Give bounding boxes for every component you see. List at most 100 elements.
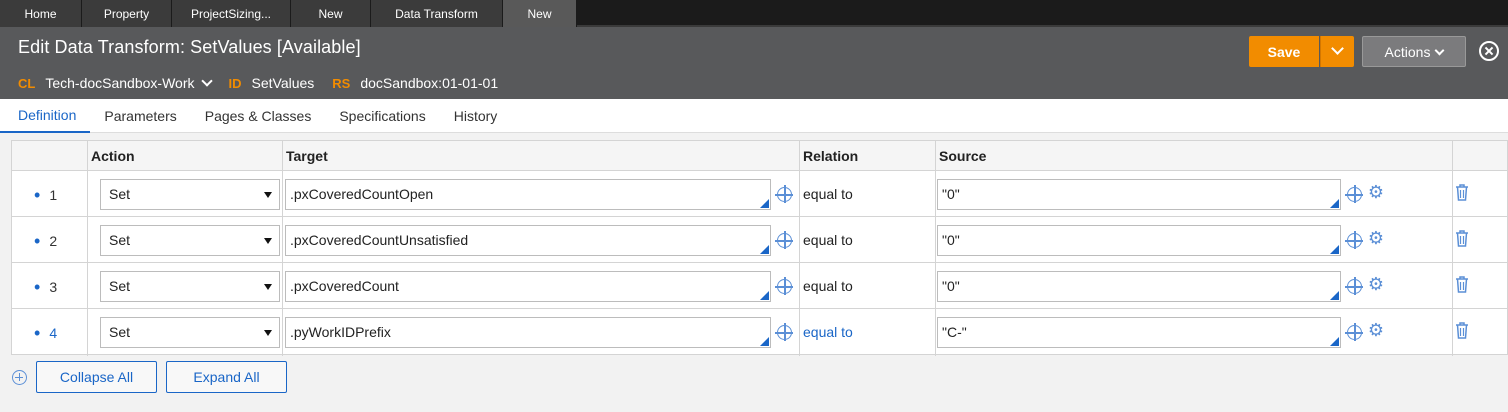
page-title: Edit Data Transform: SetValues [Availabl… — [18, 37, 361, 57]
crosshair-icon[interactable] — [1345, 323, 1363, 341]
close-icon[interactable] — [1479, 41, 1499, 61]
crosshair-icon[interactable] — [775, 277, 793, 295]
cl-label: CL — [18, 75, 36, 91]
target-value: .pyWorkIDPrefix — [290, 324, 391, 340]
source-input[interactable]: "0" — [937, 271, 1341, 302]
action-select[interactable]: Set — [100, 179, 280, 210]
row-number[interactable]: • 4 — [34, 309, 57, 355]
row-number[interactable]: • 1 — [34, 171, 57, 217]
tab-history[interactable]: History — [440, 99, 512, 133]
target-input[interactable]: .pxCoveredCountOpen — [285, 179, 771, 210]
chevron-down-icon — [200, 75, 213, 87]
table-row: • 1 Set .pxCoveredCountOpen equal to "0" … — [12, 171, 1507, 217]
row-number-text: 2 — [49, 233, 58, 249]
trash-icon[interactable] — [1454, 321, 1470, 339]
bullet-icon: • — [34, 231, 41, 251]
expand-corner-icon[interactable] — [760, 245, 769, 254]
tab-projectsizing[interactable]: ProjectSizing... — [172, 0, 291, 27]
source-value: "0" — [942, 278, 960, 294]
gear-icon[interactable]: ⚙ — [1367, 183, 1385, 201]
workspace-tab-strip: Home Property ProjectSizing... New Data … — [0, 0, 1508, 27]
crosshair-icon[interactable] — [1345, 185, 1363, 203]
ruleset-value: docSandbox:01-01-01 — [360, 75, 499, 91]
id-value: SetValues — [251, 75, 315, 91]
target-input[interactable]: .pyWorkIDPrefix — [285, 317, 771, 348]
target-input[interactable]: .pxCoveredCount — [285, 271, 771, 302]
trash-icon[interactable] — [1454, 183, 1470, 201]
crosshair-icon[interactable] — [775, 231, 793, 249]
tab-data-transform[interactable]: Data Transform — [371, 0, 503, 27]
crosshair-icon[interactable] — [775, 323, 793, 341]
expand-all-button[interactable]: Expand All — [166, 361, 287, 393]
id-label: ID — [228, 75, 242, 91]
tab-new-active[interactable]: New — [503, 0, 577, 27]
save-button[interactable]: Save — [1249, 36, 1319, 67]
action-select[interactable]: Set — [100, 271, 280, 302]
gear-icon[interactable]: ⚙ — [1367, 229, 1385, 247]
expand-corner-icon[interactable] — [1330, 291, 1339, 300]
rule-tabs: Definition Parameters Pages & Classes Sp… — [0, 99, 1508, 133]
row-number[interactable]: • 3 — [34, 263, 57, 309]
source-input[interactable]: "0" — [937, 225, 1341, 256]
chevron-down-icon — [1331, 42, 1344, 55]
actions-button[interactable]: Actions — [1362, 36, 1466, 67]
action-value: Set — [109, 324, 131, 340]
source-value: "0" — [942, 232, 960, 248]
target-input[interactable]: .pxCoveredCountUnsatisfied — [285, 225, 771, 256]
relation-text[interactable]: equal to — [803, 309, 853, 355]
source-value: "0" — [942, 186, 960, 202]
col-relation: Relation — [803, 148, 859, 164]
expand-corner-icon[interactable] — [1330, 245, 1339, 254]
class-value: Tech-docSandbox-Work — [45, 75, 195, 91]
crosshair-icon[interactable] — [1345, 277, 1363, 295]
expand-corner-icon[interactable] — [1330, 337, 1339, 346]
target-value: .pxCoveredCountUnsatisfied — [290, 232, 469, 248]
gear-icon[interactable]: ⚙ — [1367, 321, 1385, 339]
bullet-icon: • — [34, 185, 41, 205]
col-action: Action — [91, 148, 135, 164]
table-row: • 3 Set .pxCoveredCount equal to "0" ⚙ — [12, 263, 1507, 309]
relation-text: equal to — [803, 278, 853, 294]
add-row-icon[interactable] — [12, 370, 27, 385]
tab-specifications[interactable]: Specifications — [325, 99, 439, 133]
action-value: Set — [109, 232, 131, 248]
rule-meta: CL Tech-docSandbox-Work ID SetValues RS … — [18, 75, 516, 91]
tab-parameters[interactable]: Parameters — [90, 99, 190, 133]
row-number-text: 3 — [49, 279, 58, 295]
gear-icon[interactable]: ⚙ — [1367, 275, 1385, 293]
dropdown-arrow-icon — [264, 192, 272, 198]
tab-property[interactable]: Property — [82, 0, 172, 27]
expand-corner-icon[interactable] — [760, 199, 769, 208]
source-input[interactable]: "C-" — [937, 317, 1341, 348]
action-select[interactable]: Set — [100, 317, 280, 348]
crosshair-icon[interactable] — [1345, 231, 1363, 249]
source-input[interactable]: "0" — [937, 179, 1341, 210]
actions-label: Actions — [1384, 43, 1431, 60]
save-options-button[interactable] — [1320, 36, 1354, 67]
tab-new-1[interactable]: New — [291, 0, 371, 27]
tab-pages-classes[interactable]: Pages & Classes — [191, 99, 326, 133]
dropdown-arrow-icon — [264, 330, 272, 336]
collapse-all-button[interactable]: Collapse All — [36, 361, 157, 393]
expand-corner-icon[interactable] — [760, 337, 769, 346]
row-number-text: 1 — [49, 187, 58, 203]
table-row: • 4 Set .pyWorkIDPrefix equal to "C-" ⚙ — [12, 309, 1507, 355]
expand-corner-icon[interactable] — [1330, 199, 1339, 208]
chevron-down-icon — [1435, 45, 1445, 55]
tab-home[interactable]: Home — [0, 0, 82, 27]
dropdown-arrow-icon — [264, 284, 272, 290]
target-value: .pxCoveredCount — [290, 278, 399, 294]
rs-label: RS — [332, 75, 351, 91]
crosshair-icon[interactable] — [775, 185, 793, 203]
row-number[interactable]: • 2 — [34, 217, 57, 263]
table-header: Action Target Relation Source — [12, 141, 1507, 171]
action-select[interactable]: Set — [100, 225, 280, 256]
trash-icon[interactable] — [1454, 275, 1470, 293]
expand-corner-icon[interactable] — [760, 291, 769, 300]
table-row: • 2 Set .pxCoveredCountUnsatisfied equal … — [12, 217, 1507, 263]
relation-text: equal to — [803, 186, 853, 202]
class-selector[interactable]: Tech-docSandbox-Work — [45, 75, 213, 91]
trash-icon[interactable] — [1454, 229, 1470, 247]
tab-definition[interactable]: Definition — [0, 99, 91, 133]
bullet-icon: • — [34, 277, 41, 297]
